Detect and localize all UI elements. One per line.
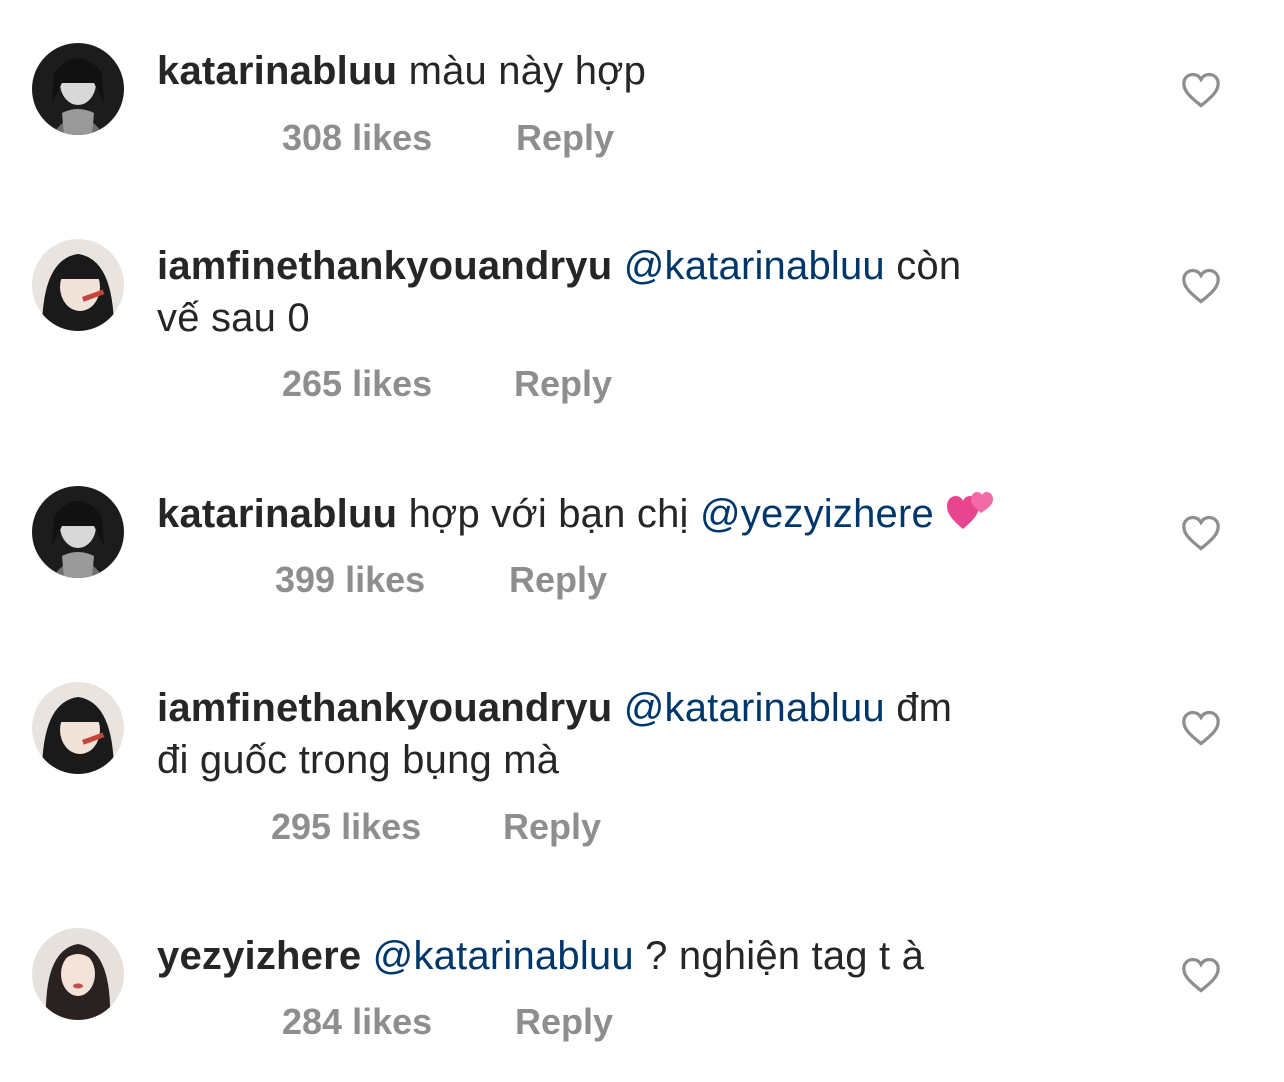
comment-body-line2: đi guốc trong bụng mà: [157, 738, 560, 782]
reply-button[interactable]: Reply: [515, 1000, 613, 1044]
comment-username[interactable]: iamfinethankyouandryu: [157, 244, 612, 288]
reply-button[interactable]: Reply: [516, 116, 614, 160]
comment-username[interactable]: iamfinethankyouandryu: [157, 686, 612, 730]
comment-username[interactable]: katarinabluu: [157, 492, 397, 536]
comment-mention[interactable]: @katarinabluu: [624, 686, 885, 730]
reply-button[interactable]: Reply: [514, 362, 612, 406]
avatar[interactable]: [32, 239, 124, 331]
comment-text: katarinabluu màu này hợp: [157, 45, 1147, 97]
like-count[interactable]: 295 likes: [271, 805, 421, 849]
comment-text: iamfinethankyouandryu @katarinabluu còn …: [157, 240, 1147, 344]
avatar[interactable]: [32, 486, 124, 578]
like-count[interactable]: 308 likes: [282, 116, 432, 160]
reply-button[interactable]: Reply: [509, 558, 607, 602]
like-count[interactable]: 399 likes: [275, 558, 425, 602]
avatar[interactable]: [32, 682, 124, 774]
comment-username[interactable]: katarinabluu: [157, 49, 397, 93]
comment-text: yezyizhere @katarinabluu ? nghiện tag t …: [157, 930, 1147, 982]
comment-mention[interactable]: @katarinabluu: [624, 244, 885, 288]
like-count[interactable]: 284 likes: [282, 1000, 432, 1044]
comment-body-line2: vế sau 0: [157, 296, 310, 340]
comment-text: iamfinethankyouandryu @katarinabluu đm đ…: [157, 682, 1147, 786]
heart-outline-icon[interactable]: [1181, 515, 1221, 551]
reply-button[interactable]: Reply: [503, 805, 601, 849]
comment-mention[interactable]: @yezyizhere: [700, 492, 934, 536]
comment-mention[interactable]: @katarinabluu: [373, 934, 634, 978]
comment-body: còn: [896, 244, 962, 288]
like-count[interactable]: 265 likes: [282, 362, 432, 406]
avatar[interactable]: [32, 43, 124, 135]
heart-outline-icon[interactable]: [1181, 268, 1221, 304]
comment-text: katarinabluu hợp với bạn chị @yezyizhere: [157, 487, 1147, 544]
heart-outline-icon[interactable]: [1181, 72, 1221, 108]
avatar[interactable]: [32, 928, 124, 1020]
comment-username[interactable]: yezyizhere: [157, 934, 361, 978]
comment-body: ? nghiện tag t à: [645, 934, 925, 978]
comment-body: đm: [896, 686, 953, 730]
comment-body: hợp với bạn chị: [408, 492, 689, 536]
comment-body: màu này hợp: [408, 49, 647, 93]
heart-outline-icon[interactable]: [1181, 957, 1221, 993]
heart-outline-icon[interactable]: [1181, 710, 1221, 746]
two-hearts-icon: [945, 487, 997, 544]
